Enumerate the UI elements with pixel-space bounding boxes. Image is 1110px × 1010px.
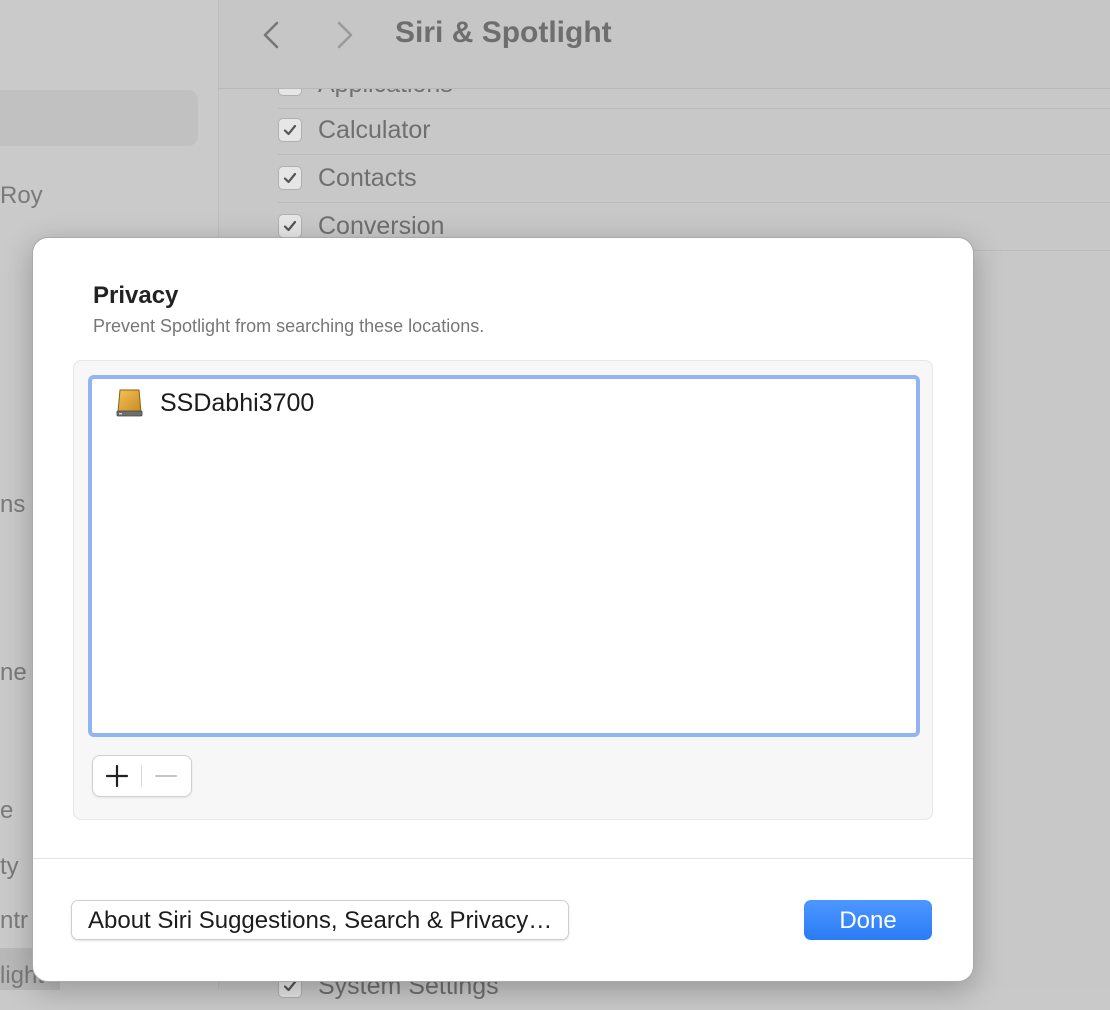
add-remove-control (92, 755, 192, 797)
sheet-title: Privacy (93, 282, 179, 309)
add-location-button[interactable] (93, 756, 141, 796)
list-item[interactable]: SSDabhi3700 (114, 385, 314, 421)
sidebar-item-fragment[interactable]: e (0, 797, 13, 825)
sidebar-item-fragment[interactable]: ty (0, 853, 19, 881)
checkbox[interactable] (278, 118, 302, 142)
row-label: Contacts (318, 163, 417, 192)
external-drive-icon (116, 389, 143, 417)
privacy-sheet: Privacy Prevent Spotlight from searching… (32, 237, 974, 982)
window-title: Siri & Spotlight (395, 16, 612, 49)
excluded-locations-list[interactable]: SSDabhi3700 (88, 375, 920, 737)
sheet-subtitle: Prevent Spotlight from searching these l… (93, 316, 485, 336)
chevron-left-icon (263, 21, 279, 49)
plus-icon (105, 764, 129, 788)
checkbox[interactable] (278, 214, 302, 238)
sidebar-item-fragment[interactable]: ns (0, 491, 25, 519)
forward-button[interactable] (330, 18, 360, 52)
sidebar-item-fragment[interactable]: ntr (0, 907, 28, 935)
location-name: SSDabhi3700 (160, 388, 315, 417)
sidebar-search-field[interactable] (0, 90, 198, 146)
privacy-locations-group: SSDabhi3700 (73, 360, 933, 820)
done-button[interactable]: Done (804, 900, 932, 940)
back-button[interactable] (256, 18, 286, 52)
sidebar-user-name[interactable]: Roy (0, 182, 43, 210)
checkbox[interactable] (278, 166, 302, 190)
divider (33, 858, 973, 859)
sidebar-item-fragment[interactable]: ne (0, 659, 27, 687)
remove-location-button[interactable] (142, 756, 190, 796)
search-result-row[interactable]: Contacts (278, 154, 1110, 203)
checkmark-icon (283, 124, 297, 136)
checkmark-icon (283, 172, 297, 184)
search-result-row[interactable]: Calculator (278, 106, 1110, 155)
about-siri-privacy-button[interactable]: About Siri Suggestions, Search & Privacy… (71, 900, 570, 940)
checkmark-icon (283, 220, 297, 232)
chevron-right-icon (337, 21, 353, 49)
minus-icon (155, 775, 177, 777)
row-label: Calculator (318, 115, 431, 144)
